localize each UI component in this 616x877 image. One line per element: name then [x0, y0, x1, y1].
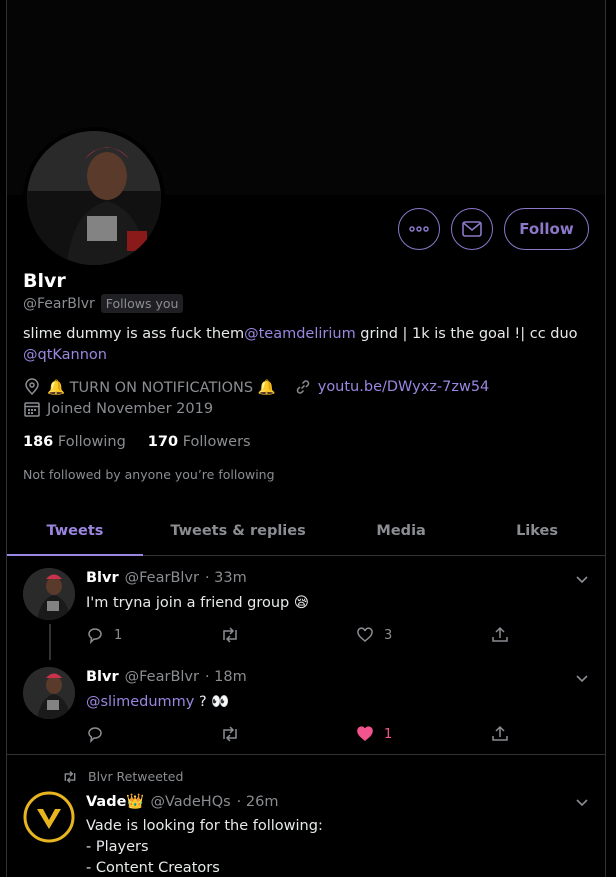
tweet-author-name[interactable]: Vade👑 — [86, 793, 144, 810]
like-count: 3 — [384, 627, 393, 643]
tweet-mention[interactable]: @slimedummy — [86, 694, 194, 710]
tweet-item[interactable]: Blvr Retweeted Vade👑 @VadeHQs · 26m Vade… — [7, 755, 605, 877]
following-label: Following — [57, 434, 126, 450]
tweet-text: Vade is looking for the following: - Pla… — [86, 816, 323, 877]
tweet-author-name[interactable]: Blvr — [86, 570, 119, 586]
bio-mention-qtkannon[interactable]: @qtKannon — [23, 347, 107, 363]
tab-likes[interactable]: Likes — [469, 507, 605, 555]
tweet-header: Blvr @FearBlvr · 18m — [86, 669, 247, 685]
reply-count: 1 — [114, 627, 123, 643]
like-button[interactable]: 3 — [356, 626, 392, 644]
more-options-button[interactable] — [398, 208, 440, 250]
bio-mention-teamdelirium[interactable]: @teamdelirium — [244, 326, 356, 342]
reply-icon — [88, 628, 102, 644]
share-button[interactable] — [491, 725, 509, 743]
tweet-text-line: Vade is looking for the following: — [86, 818, 323, 834]
heart-filled-icon — [357, 726, 373, 741]
profile-website-link[interactable]: youtu.be/DWyxz-7zw54 — [318, 379, 490, 395]
tab-tweets[interactable]: Tweets — [7, 507, 143, 556]
retweet-icon — [223, 627, 237, 643]
tweet-avatar-photo — [23, 667, 75, 719]
profile-stats: 186 Following 170 Followers — [23, 434, 251, 450]
tweet-author-name[interactable]: Blvr — [86, 669, 119, 685]
tweet-timestamp[interactable]: · 26m — [237, 794, 279, 810]
tweet-timestamp[interactable]: · 33m — [205, 570, 247, 586]
chevron-down-icon[interactable] — [575, 573, 589, 587]
profile-tabs: Tweets Tweets & replies Media Likes — [7, 507, 605, 556]
vade-logo — [23, 791, 75, 843]
follows-you-badge: Follows you — [100, 294, 184, 313]
tweet-avatar-photo — [23, 568, 75, 620]
retweet-button[interactable] — [220, 626, 250, 644]
reply-button[interactable]: 1 — [86, 626, 122, 644]
tweet-author-handle[interactable]: @FearBlvr — [125, 669, 199, 685]
tweet-item[interactable]: Blvr @FearBlvr · 33m I'm tryna join a fr… — [7, 556, 605, 660]
not-followed-notice: Not followed by anyone you’re following — [23, 467, 275, 482]
tab-tweets-and-replies[interactable]: Tweets & replies — [143, 507, 333, 555]
profile-bio: slime dummy is ass fuck them@teamdeliriu… — [23, 324, 583, 366]
chevron-down-icon[interactable] — [575, 796, 589, 810]
follow-button[interactable]: Follow — [504, 208, 589, 250]
retweet-icon — [223, 726, 237, 742]
retweet-button[interactable] — [220, 725, 250, 743]
profile-avatar[interactable] — [23, 127, 165, 269]
tweet-text: I'm tryna join a friend group 😪 — [86, 595, 309, 611]
followers-stat[interactable]: 170 Followers — [148, 434, 251, 450]
reply-icon — [88, 727, 102, 743]
heart-icon — [357, 627, 373, 642]
tweet-text-line: - Players — [86, 839, 149, 855]
chevron-down-icon[interactable] — [575, 672, 589, 686]
profile-meta-joined-row: Joined November 2019 — [23, 400, 213, 418]
tweet-text: @slimedummy ? 👀 — [86, 692, 229, 713]
tweet-avatar[interactable] — [23, 667, 75, 719]
retweeted-by-label[interactable]: Blvr Retweeted — [88, 769, 183, 784]
profile-handle: @FearBlvr — [23, 295, 95, 312]
link-icon — [296, 380, 309, 394]
profile-handle-row: @FearBlvr Follows you — [23, 294, 184, 313]
avatar-photo — [27, 131, 161, 265]
thread-connector-line — [49, 624, 51, 660]
tweet-timestamp[interactable]: · 18m — [205, 669, 247, 685]
tweet-header: Blvr @FearBlvr · 33m — [86, 570, 247, 586]
more-icon — [409, 226, 429, 232]
tweet-actions: 1 — [86, 724, 516, 744]
like-count: 1 — [384, 726, 393, 742]
bio-text-middle: grind | 1k is the goal !| cc duo — [355, 326, 578, 342]
profile-column: Follow Blvr @FearBlvr Follows you slime … — [6, 0, 606, 877]
reply-button[interactable] — [86, 725, 114, 743]
retweet-icon — [64, 770, 76, 783]
profile-joined-date: Joined November 2019 — [47, 401, 214, 417]
tweet-avatar[interactable] — [23, 568, 75, 620]
tweet-text-rest: ? 👀 — [194, 694, 230, 710]
tweet-author-handle[interactable]: @VadeHQs — [150, 794, 230, 810]
retweeted-by-row: Blvr Retweeted — [62, 769, 183, 784]
share-button[interactable] — [491, 626, 509, 644]
profile-location: 🔔 TURN ON NOTIFICATIONS 🔔 — [47, 379, 276, 396]
share-icon — [492, 725, 508, 741]
following-count: 186 — [23, 434, 54, 450]
envelope-icon — [462, 221, 482, 237]
tweet-text-line: - Content Creators — [86, 860, 220, 876]
followers-count: 170 — [147, 434, 179, 450]
share-icon — [492, 626, 508, 642]
tweet-item[interactable]: Blvr @FearBlvr · 18m @slimedummy ? 👀 1 — [7, 656, 605, 754]
calendar-icon — [24, 402, 40, 417]
tab-media[interactable]: Media — [333, 507, 469, 555]
tweet-actions: 1 3 — [86, 625, 516, 645]
like-button[interactable]: 1 — [356, 725, 392, 743]
profile-name: Blvr — [23, 270, 66, 292]
following-stat[interactable]: 186 Following — [23, 434, 126, 450]
bio-text-start: slime dummy is ass fuck them — [23, 326, 245, 342]
followers-label: Followers — [182, 434, 251, 450]
tweet-avatar[interactable] — [23, 791, 75, 843]
message-button[interactable] — [451, 208, 493, 250]
location-pin-icon — [25, 378, 39, 396]
tweet-author-handle[interactable]: @FearBlvr — [125, 570, 199, 586]
tweet-header: Vade👑 @VadeHQs · 26m — [86, 793, 279, 811]
profile-meta-location-row: 🔔 TURN ON NOTIFICATIONS 🔔 youtu.be/DWyxz… — [23, 378, 489, 396]
